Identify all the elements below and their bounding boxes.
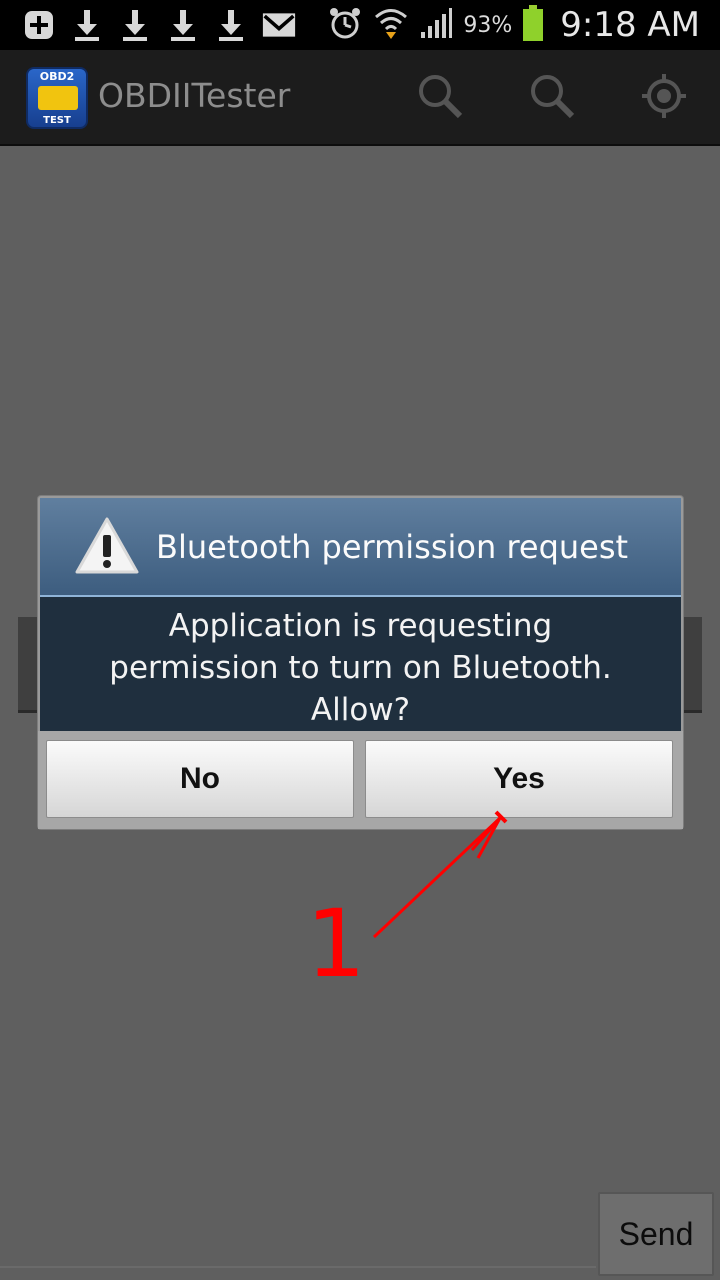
download-icon <box>214 8 248 42</box>
system-icons: 93% 9:18 AM <box>327 0 700 50</box>
locate-icon <box>640 72 688 124</box>
dialog-message: Application is requesting permission to … <box>40 597 681 731</box>
yes-button[interactable]: Yes <box>365 740 673 818</box>
dialog-header: Bluetooth permission request <box>40 498 681 597</box>
download-icon <box>166 8 200 42</box>
battery-icon <box>522 4 544 46</box>
dialog-message-line: Allow? <box>310 692 411 728</box>
dialog-button-bar: No Yes <box>38 731 683 829</box>
dialog-message-line: permission to turn on Bluetooth. <box>109 650 612 686</box>
app-logo-top-text: OBD2 <box>39 70 75 83</box>
download-icon <box>70 8 104 42</box>
battery-percent: 93% <box>463 12 513 38</box>
download-icon <box>118 8 152 42</box>
send-button[interactable]: Send <box>598 1192 714 1276</box>
search-button-1[interactable] <box>416 74 464 122</box>
search-icon <box>416 72 464 124</box>
annotation-step-number: 1 <box>306 890 366 999</box>
warning-icon <box>74 516 140 576</box>
action-bar: OBD2 TEST OBDIITester <box>0 50 720 146</box>
app-title: OBDIITester <box>98 76 291 115</box>
signal-icon <box>419 6 453 44</box>
dialog-message-line: Application is requesting <box>168 608 553 644</box>
mail-icon <box>262 8 296 42</box>
alarm-icon <box>327 5 363 45</box>
app-logo-icon[interactable]: OBD2 TEST <box>26 67 88 129</box>
no-button[interactable]: No <box>46 740 354 818</box>
engine-icon <box>38 86 78 110</box>
search-icon <box>528 72 576 124</box>
notification-icons <box>22 8 296 42</box>
clock: 9:18 AM <box>560 5 700 45</box>
bluetooth-permission-dialog: Bluetooth permission request Application… <box>38 496 683 829</box>
message-input-underline <box>0 1266 596 1268</box>
dialog-title: Bluetooth permission request <box>156 528 629 566</box>
wifi-icon <box>373 5 409 45</box>
status-bar: 93% 9:18 AM <box>0 0 720 50</box>
app-logo-bottom-text: TEST <box>43 115 71 126</box>
locate-button[interactable] <box>640 74 688 122</box>
search-button-2[interactable] <box>528 74 576 122</box>
plus-icon <box>22 8 56 42</box>
